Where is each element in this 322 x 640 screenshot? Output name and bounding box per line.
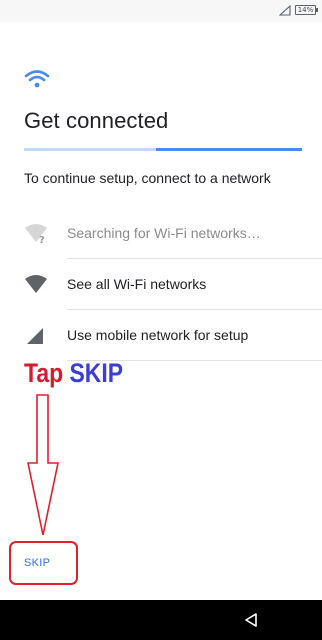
page-subtitle: To continue setup, connect to a network xyxy=(24,170,271,186)
annotation-skip-text: SKIP xyxy=(69,358,124,388)
battery-level: 14% xyxy=(297,6,314,14)
back-icon[interactable] xyxy=(244,613,258,627)
skip-button[interactable]: SKIP xyxy=(24,557,50,569)
wifi-icon xyxy=(24,70,50,88)
wifi-searching-icon: ? xyxy=(25,224,47,244)
option-see-all-wifi[interactable]: See all Wi-Fi networks xyxy=(0,259,322,310)
cellular-signal-icon xyxy=(27,328,43,344)
signal-outline-icon xyxy=(279,5,291,16)
annotation-down-arrow xyxy=(27,394,59,536)
battery-tip xyxy=(316,8,318,12)
wifi-icon xyxy=(25,275,47,293)
svg-text:?: ? xyxy=(39,235,45,244)
page-title: Get connected xyxy=(24,108,169,133)
option-searching-wifi: ? Searching for Wi-Fi networks… xyxy=(0,208,322,259)
navigation-bar xyxy=(0,600,322,640)
option-label: Searching for Wi-Fi networks… xyxy=(67,225,261,241)
status-bar: 14% xyxy=(0,0,322,22)
setup-progress-indicator xyxy=(156,148,302,151)
option-label: See all Wi-Fi networks xyxy=(67,276,207,292)
option-label: Use mobile network for setup xyxy=(67,327,249,343)
tap-skip-annotation: Tap SKIP xyxy=(24,358,123,389)
option-mobile-network[interactable]: Use mobile network for setup xyxy=(0,310,322,361)
annotation-tap-text: Tap xyxy=(24,358,64,388)
battery-icon: 14% xyxy=(295,5,316,15)
